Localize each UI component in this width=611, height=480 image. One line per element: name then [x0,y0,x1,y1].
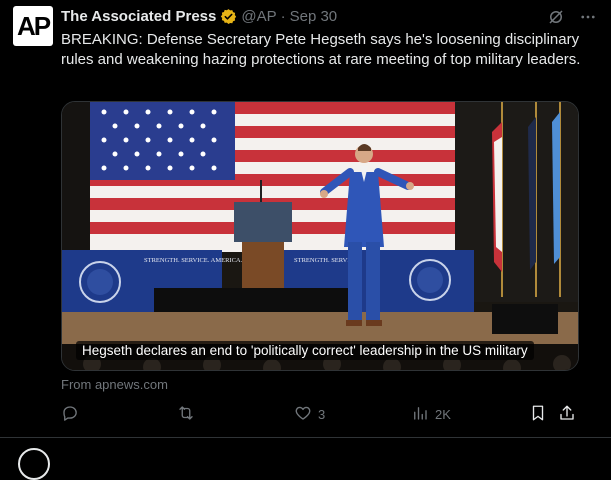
reply-icon [61,404,79,425]
share-icon [558,404,576,425]
like-button[interactable]: 3 [294,404,325,425]
post-date[interactable]: Sep 30 [290,8,338,25]
post[interactable]: AP The Associated Press @AP · Sep 30 BRE… [0,0,611,437]
repost-button[interactable] [176,404,196,425]
author-avatar[interactable]: AP [13,6,53,46]
event-photo: STRENGTH. SERVICE. AMERICA. STRENGTH. SE… [62,102,578,370]
reply-button[interactable] [61,404,79,425]
bookmark-button[interactable] [529,404,547,425]
post-top-actions [547,8,597,31]
link-card-media[interactable]: STRENGTH. SERVICE. AMERICA. STRENGTH. SE… [61,101,579,371]
action-bar: 3 2K [61,404,579,426]
card-source[interactable]: From apnews.com [61,377,168,392]
author-name[interactable]: The Associated Press [61,8,216,25]
avatar-logo-text: AP [16,10,51,41]
repost-icon [176,404,196,425]
views-icon [411,404,429,425]
author-handle[interactable]: @AP [241,8,276,25]
banner-left-text: STRENGTH. SERVICE. AMERICA. [144,257,243,264]
post-header: The Associated Press @AP · Sep 30 [61,8,337,25]
more-dots-icon[interactable] [579,8,597,31]
post-text: BREAKING: Defense Secretary Pete Hegseth… [61,31,581,68]
like-count: 3 [318,407,326,422]
post-divider [0,437,611,438]
views-button[interactable]: 2K [411,404,451,425]
bookmark-icon [529,404,547,425]
card-caption: Hegseth declares an end to 'politically … [76,341,534,360]
verified-badge-icon [220,8,237,25]
share-button[interactable] [558,404,576,425]
heart-icon [294,404,312,425]
views-count: 2K [435,407,451,422]
banner-right-text: STRENGTH. SERVI [294,257,349,264]
grok-icon[interactable] [547,8,565,31]
header-separator: · [280,8,286,25]
